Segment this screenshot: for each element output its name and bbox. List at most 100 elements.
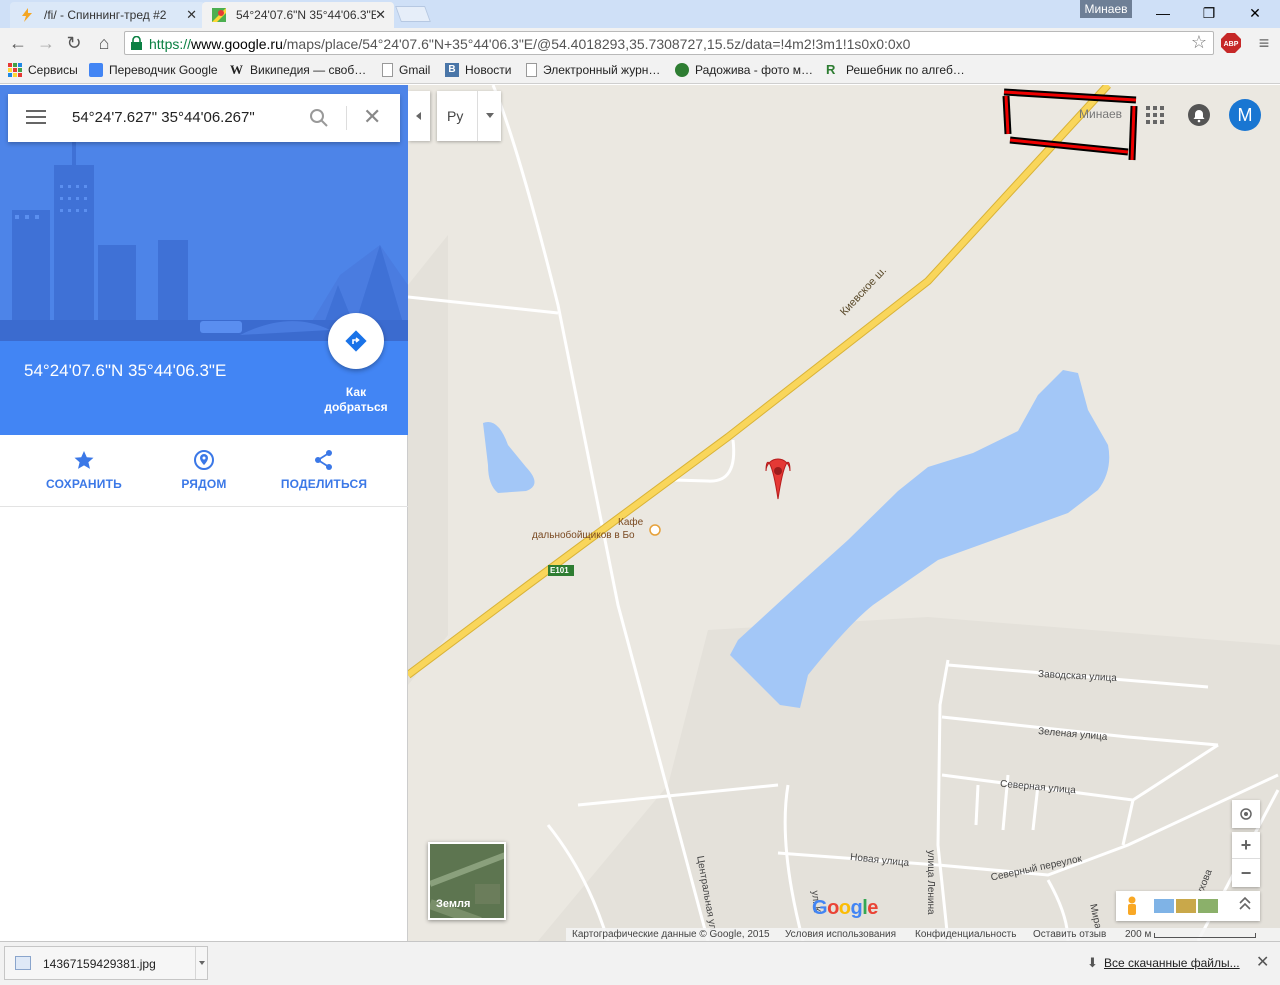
map-footer: Картографические данные © Google, 2015 У…: [566, 928, 1280, 941]
notifications-bell-icon[interactable]: [1188, 104, 1210, 126]
bookmark-star-icon[interactable]: ☆: [1191, 32, 1207, 53]
download-options-icon[interactable]: [195, 947, 209, 979]
search-input[interactable]: 54°24'7.627" 35°44'06.267": [72, 109, 255, 126]
save-button[interactable]: СОХРАНИТЬ: [24, 449, 144, 491]
hamburger-menu-icon[interactable]: [26, 110, 46, 126]
tab-title: 54°24'07.6"N 35°44'06.3"E: [236, 8, 376, 22]
chevron-up-icon[interactable]: [1239, 896, 1251, 910]
directions-label[interactable]: Как добраться: [316, 385, 396, 415]
title-bar: /fi/ - Спиннинг-тред #2 ✕ 54°24'07.6"N 3…: [0, 0, 1280, 28]
place-title: 54°24'07.6"N 35°44'06.3"E: [24, 361, 227, 380]
address-bar[interactable]: https://www.google.ru/maps/place/54°24'0…: [124, 31, 1214, 55]
home-button[interactable]: ⌂: [92, 32, 116, 54]
download-shelf: 14367159429381.jpg ⬇ Все скачанные файлы…: [0, 941, 1280, 985]
reshebnik-icon: R: [826, 62, 836, 77]
nearby-button[interactable]: РЯДОМ: [144, 449, 264, 491]
download-item[interactable]: 14367159429381.jpg: [4, 946, 208, 980]
privacy-link[interactable]: Конфиденциальность: [915, 929, 1016, 940]
street-label: улица Ленина: [925, 850, 936, 915]
share-button[interactable]: ПОДЕЛИТЬСЯ: [264, 449, 384, 491]
search-icon[interactable]: [308, 107, 330, 129]
url-text: https://www.google.ru/maps/place/54°24'0…: [149, 36, 911, 52]
locate-icon: [1240, 808, 1252, 820]
bookmark-services[interactable]: Сервисы: [8, 63, 78, 77]
download-filename: 14367159429381.jpg: [43, 957, 156, 971]
restore-button[interactable]: ❐: [1186, 2, 1232, 24]
star-icon: [74, 451, 94, 469]
nearby-icon: [194, 450, 214, 470]
apps-grid-icon: [8, 63, 22, 77]
imagery-thumb[interactable]: [1154, 899, 1174, 913]
terms-link[interactable]: Условия использования: [785, 929, 896, 940]
apps-grid-icon[interactable]: [1146, 106, 1164, 124]
directions-button[interactable]: [328, 313, 384, 369]
new-tab-button[interactable]: [395, 6, 431, 22]
route-shield-label: E101: [550, 566, 569, 575]
tab-close-icon[interactable]: ✕: [186, 7, 197, 23]
imagery-thumb[interactable]: [1176, 899, 1196, 913]
cafe-label-line2: дальнобойщиков в Бо: [532, 530, 635, 541]
show-all-downloads-link[interactable]: Все скачанные файлы...: [1104, 956, 1240, 970]
zoom-control: + −: [1232, 832, 1260, 887]
forward-button[interactable]: →: [34, 32, 58, 54]
bookmarks-bar: Сервисы Переводчик Google W Википедия — …: [0, 58, 1280, 84]
directions-icon: [345, 330, 367, 352]
bookmark-news[interactable]: В Новости: [445, 63, 511, 77]
reload-button[interactable]: ↻: [62, 32, 86, 54]
place-actions: СОХРАНИТЬ РЯДОМ ПОДЕЛИТЬСЯ: [0, 435, 408, 507]
bookmark-gmail[interactable]: Gmail: [382, 63, 430, 77]
zoom-in-button[interactable]: +: [1232, 832, 1260, 859]
bookmark-translate[interactable]: Переводчик Google: [89, 63, 218, 77]
download-arrow-icon: ⬇: [1087, 955, 1098, 970]
zoom-out-button[interactable]: −: [1232, 860, 1260, 887]
search-divider: [346, 106, 347, 130]
chrome-menu-icon[interactable]: ≡: [1254, 33, 1274, 53]
account-name: Минаев: [1079, 107, 1123, 121]
tab-spinning-thread[interactable]: /fi/ - Спиннинг-тред #2 ✕: [10, 2, 205, 28]
street-view-bar[interactable]: [1116, 891, 1260, 921]
pegman-icon[interactable]: [1128, 896, 1136, 916]
red-annotation-box: [1002, 88, 1138, 161]
close-shelf-icon[interactable]: ✕: [1256, 952, 1269, 972]
feedback-link[interactable]: Оставить отзыв: [1033, 929, 1106, 940]
close-window-button[interactable]: ✕: [1232, 2, 1278, 24]
chevron-down-icon[interactable]: [477, 91, 501, 141]
avatar[interactable]: M: [1229, 99, 1261, 131]
vk-icon: В: [445, 63, 459, 77]
save-label: СОХРАНИТЬ: [46, 477, 122, 491]
earth-label: Земля: [436, 898, 471, 910]
lock-icon: [131, 36, 142, 50]
maps-icon: [212, 8, 226, 22]
svg-text:ABP: ABP: [1224, 41, 1239, 48]
bookmark-radozhiva[interactable]: Радожива - фото м…: [675, 63, 813, 77]
minimize-button[interactable]: —: [1140, 2, 1186, 24]
back-button[interactable]: ←: [6, 32, 30, 54]
search-box[interactable]: 54°24'7.627" 35°44'06.267" ✕: [8, 94, 400, 142]
bookmark-reshebnik[interactable]: R Решебник по алгеб…: [826, 62, 965, 78]
language-selector[interactable]: Ру: [437, 91, 501, 141]
my-location-button[interactable]: [1232, 800, 1260, 828]
clear-search-icon[interactable]: ✕: [363, 104, 381, 130]
imagery-thumb[interactable]: [1198, 899, 1218, 913]
nearby-label: РЯДОМ: [181, 477, 227, 491]
adblock-icon[interactable]: ABP: [1221, 33, 1241, 53]
collapse-panel-button[interactable]: [408, 91, 430, 141]
tab-google-maps[interactable]: 54°24'07.6"N 35°44'06.3"E ✕: [202, 2, 394, 28]
scale-bar: [1154, 933, 1256, 938]
side-panel: 54°24'7.627" 35°44'06.267" ✕ 54°24'07.6"…: [0, 85, 408, 941]
tab-close-icon[interactable]: ✕: [375, 7, 386, 23]
google-logo: Google: [812, 897, 878, 919]
map-canvas[interactable]: Киевское ш. Кафе дальнобойщиков в Бо E10…: [408, 85, 1280, 941]
page-icon: [382, 63, 393, 77]
earth-view-toggle[interactable]: Земля: [428, 842, 506, 920]
bookmark-wikipedia[interactable]: W Википедия — своб…: [230, 63, 366, 78]
tab-title: /fi/ - Спиннинг-тред #2: [44, 8, 167, 22]
window-user-badge[interactable]: Минаев: [1080, 0, 1132, 18]
bookmark-journal[interactable]: Электронный журн…: [526, 63, 660, 77]
share-icon: [315, 450, 332, 470]
image-file-icon: [15, 956, 31, 970]
cafe-label-line1: Кафе: [618, 517, 644, 528]
lightning-icon: [22, 8, 32, 22]
map-base-layer: [408, 85, 1280, 941]
language-value: Ру: [447, 108, 464, 124]
